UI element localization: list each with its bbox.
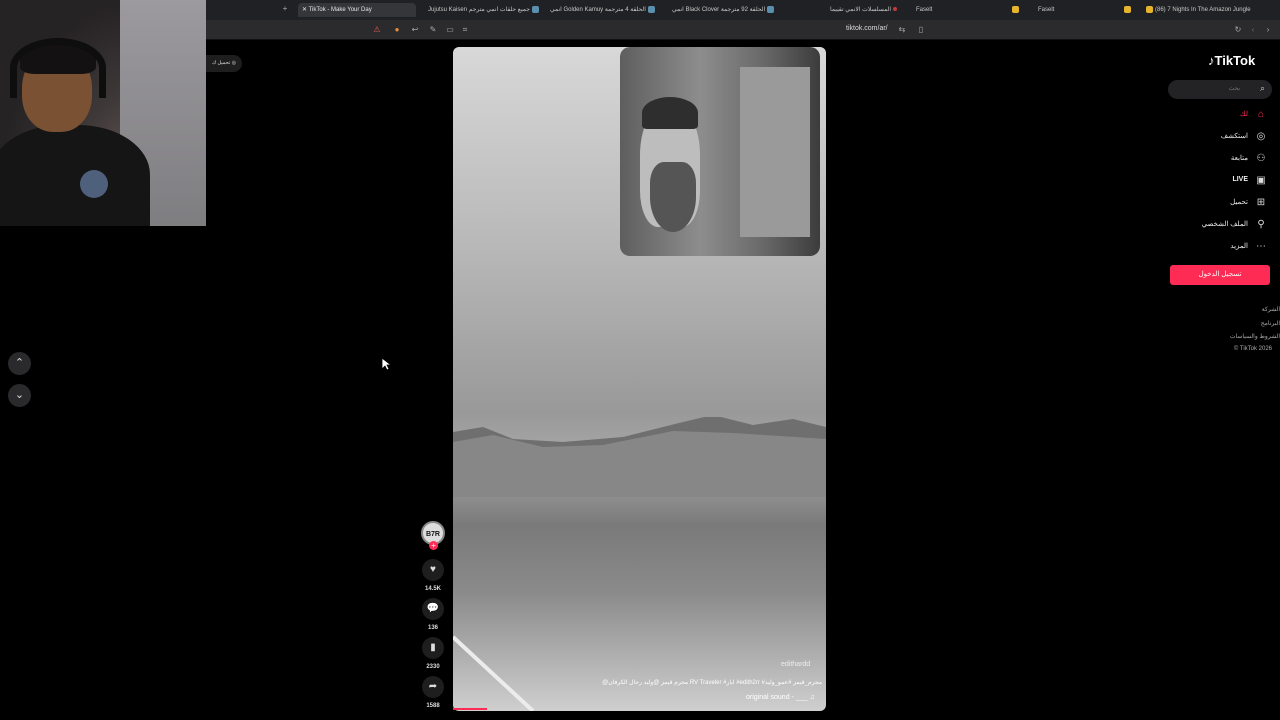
tab-anime-series[interactable]: المسلسلات الانمي تقييما (826, 3, 906, 17)
mountain-range (453, 417, 826, 497)
footer-copyright: © TikTok 2026 (1233, 346, 1272, 352)
tab-favicon (893, 7, 898, 12)
tab-favicon (1012, 5, 1020, 13)
site-settings-icon[interactable]: ⇆ (897, 25, 907, 35)
sidebar-item-following[interactable]: متابعة ⚇ (1180, 151, 1270, 167)
address-bar[interactable]: tiktok.com/ar/ (846, 25, 888, 32)
tab-tiktok[interactable]: ✕ TikTok - Make Your Day (298, 3, 416, 17)
extension-icon[interactable]: ↩ (410, 25, 420, 35)
tab-youtube[interactable]: (86) 7 Nights In The Amazon Jungle (1140, 3, 1280, 17)
sidebar-item-more[interactable]: المزيد ⋯ (1180, 239, 1270, 255)
share-icon: ➦ (428, 681, 438, 692)
follow-plus-icon[interactable]: + (429, 541, 438, 550)
login-button[interactable]: تسجيل الدخول (1170, 265, 1270, 285)
extension-icon[interactable]: ▭ (445, 25, 455, 35)
sidebar-item-profile[interactable]: الملف الشخصي ⚲ (1180, 217, 1270, 233)
comment-icon: 💬 (426, 603, 440, 614)
like-count: 14.5K (424, 586, 441, 592)
compass-icon: ◎ (1256, 131, 1266, 142)
tiktok-logo[interactable]: ♪TikTok (1208, 53, 1255, 68)
sound-label[interactable]: original sound - ___ ♫ (746, 694, 815, 701)
sidebar-item-explore[interactable]: استكشف ◎ (1180, 129, 1270, 145)
search-icon[interactable]: ⌕ (1260, 83, 1265, 94)
heart-icon: ♥ (430, 564, 436, 575)
back-icon[interactable]: ‹ (1248, 25, 1258, 35)
footer-link-program[interactable]: البرنامج (1261, 320, 1280, 327)
sidebar-item-live[interactable]: LIVE ▣ (1180, 173, 1270, 189)
share-count: 1588 (426, 703, 440, 709)
tab-favicon (1146, 5, 1153, 13)
save-button[interactable]: ▮ (422, 637, 444, 659)
more-icon: ⋯ (1256, 241, 1266, 252)
bookmark-icon[interactable]: ▯ (916, 25, 926, 35)
live-icon: ▣ (1256, 175, 1266, 186)
extension-icon[interactable]: ✎ (428, 25, 438, 35)
next-video-button[interactable]: ⌄ (8, 384, 31, 407)
forward-icon[interactable]: › (1263, 25, 1273, 35)
webcam-overlay (0, 0, 206, 226)
reload-icon[interactable]: ↻ (1233, 25, 1243, 35)
extension-icon[interactable]: ● (392, 25, 402, 35)
extension-icon[interactable]: ⚠ (372, 25, 382, 35)
upload-icon: ⊞ (1256, 197, 1266, 208)
tab-favicon (531, 5, 539, 13)
tab-favicon (1124, 5, 1132, 13)
search-placeholder: بحث (1228, 86, 1240, 92)
tab-black-clover[interactable]: انمي Black Clover الحلقة 92 مترجمة (668, 3, 784, 17)
video-progress[interactable] (453, 708, 487, 710)
tab-favicon (767, 5, 775, 13)
comment-button[interactable]: 💬 (422, 598, 444, 620)
extension-icon[interactable]: ⌗ (460, 25, 470, 35)
profile-icon: ⚲ (1257, 219, 1265, 230)
tab-jujutsu[interactable]: Jujutsu Kaisen جميع حلقات انمي مترجم (424, 3, 540, 17)
following-icon: ⚇ (1256, 153, 1266, 164)
home-icon: ⌂ (1257, 109, 1265, 120)
sidebar-item-upload[interactable]: تحميل ⊞ (1180, 195, 1270, 211)
headset (10, 38, 106, 98)
sidebar-item-for-you[interactable]: لك ⌂ (1180, 107, 1270, 123)
upload-chip[interactable]: تحميل ك ◎ (206, 55, 242, 72)
reaction-pip (620, 47, 820, 256)
footer-link-terms[interactable]: الشروط والسياسات (1230, 333, 1280, 340)
comment-count: 136 (427, 625, 438, 631)
previous-video-button[interactable]: ⌃ (8, 352, 31, 375)
tab-faselt-1[interactable]: Faselt (912, 3, 1020, 17)
tab-golden-kamuy[interactable]: انمي Golden Kamuy الحلقة 4 مترجمة (546, 3, 662, 17)
save-count: 2330 (426, 664, 440, 670)
search-input[interactable]: بحث ⌕ (1168, 80, 1272, 99)
video-caption[interactable]: @مجرم قيمز @وليد رحال الكرفان RV Travele… (540, 679, 822, 686)
tab-favicon (647, 5, 655, 13)
music-note-icon: ♫ (809, 694, 815, 701)
mouse-cursor-icon (381, 357, 391, 371)
road-line (453, 635, 535, 711)
close-tab-icon[interactable]: ✕ (302, 7, 307, 13)
video-watermark: edithardd (781, 661, 811, 668)
footer-link-company[interactable]: الشركة (1262, 306, 1280, 313)
new-tab-icon[interactable]: + (280, 4, 290, 14)
bookmark-icon: ▮ (430, 642, 436, 653)
tab-faselt-2[interactable]: Faselt (1034, 3, 1134, 17)
share-button[interactable]: ➦ (422, 676, 444, 698)
like-button[interactable]: ♥ (422, 559, 444, 581)
